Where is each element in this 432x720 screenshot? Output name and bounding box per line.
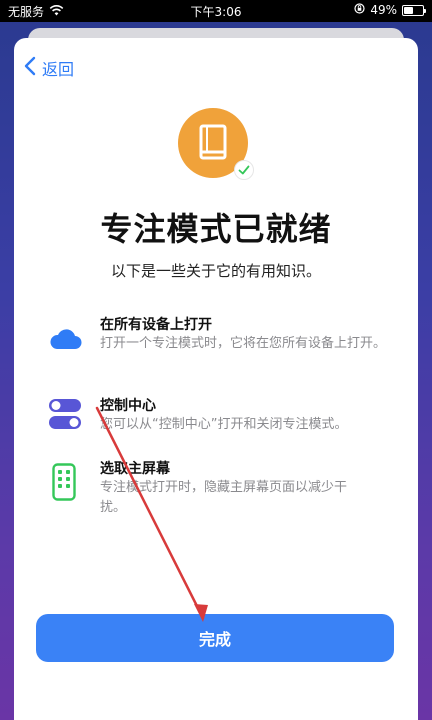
battery-level: [404, 6, 413, 14]
feature-title: 控制中心: [100, 398, 156, 414]
battery-icon: [402, 4, 426, 16]
cloud-icon: [48, 328, 82, 354]
feature-desc: 您可以从“控制中心”打开和关闭专注模式。: [100, 417, 348, 432]
feature-title: 在所有设备上打开: [100, 317, 212, 333]
feature-title: 选取主屏幕: [100, 461, 170, 477]
orientation-lock-icon: [354, 3, 365, 17]
back-button[interactable]: 返回: [24, 56, 74, 80]
battery-percent: 49%: [370, 3, 397, 17]
feature-desc: 专注模式打开时，隐藏主屏幕页面以减少干扰。: [100, 480, 348, 515]
checkmark-icon: [234, 160, 254, 180]
page-subtitle: 以下是一些关于它的有用知识。: [110, 262, 321, 280]
chevron-left-icon: [24, 56, 36, 80]
feature-desc: 打开一个专注模式时，它将在您所有设备上打开。: [100, 336, 387, 351]
phone-home-icon: [52, 463, 76, 505]
back-label: 返回: [42, 60, 75, 79]
focus-ready-sheet: 返回 专注模式已就绪 以下是一些关于它的有用知识。 在所有设备上打开 打开一个专…: [14, 38, 418, 720]
status-right: 49%: [354, 3, 426, 17]
done-button[interactable]: 完成: [36, 614, 394, 662]
status-bar: 无服务 下午3:06 49%: [0, 0, 432, 22]
page-title: 专注模式已就绪: [100, 210, 332, 248]
toggle-icon: [48, 397, 82, 435]
